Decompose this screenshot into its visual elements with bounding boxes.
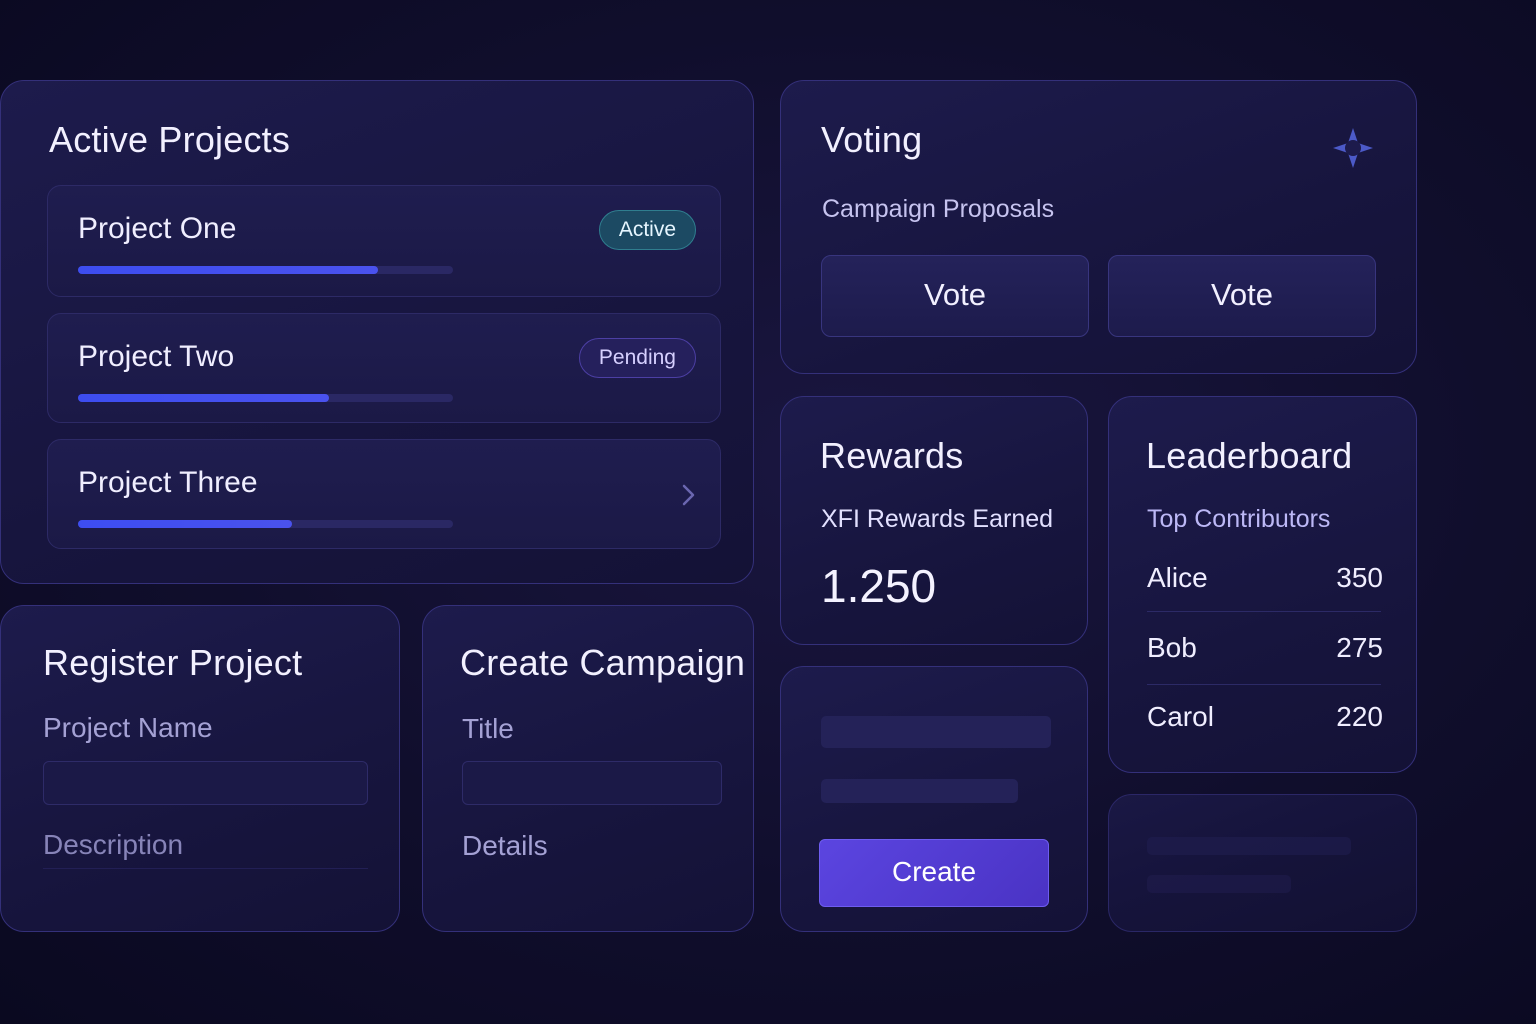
progress-track (78, 394, 453, 402)
progress-track (78, 266, 453, 274)
create-campaign-card: Create Campaign Title Details (422, 605, 754, 932)
leaderboard-row: Bob 275 (1147, 632, 1383, 692)
title-input[interactable] (462, 761, 722, 805)
voting-title: Voting (821, 119, 923, 160)
create-card: Create (780, 666, 1088, 932)
status-badge-active: Active (598, 210, 696, 250)
create-campaign-title: Create Campaign (460, 642, 746, 683)
status-badge-pending: Pending (578, 338, 696, 378)
compass-star-icon (1333, 128, 1373, 168)
rewards-label: XFI Rewards Earned (821, 505, 1054, 533)
leaderboard-row: Alice 350 (1147, 562, 1383, 622)
divider (1147, 684, 1381, 685)
title-label: Title (462, 713, 514, 744)
description-underline (43, 868, 368, 869)
contributor-score: 275 (1336, 632, 1383, 663)
contributor-score: 350 (1336, 562, 1383, 593)
leaderboard-subtitle: Top Contributors (1147, 505, 1331, 533)
project-row-three[interactable]: Project Three (47, 439, 721, 549)
voting-card: Voting Campaign Proposals Vote Vote (780, 80, 1417, 374)
divider (1147, 611, 1381, 612)
project-row-two[interactable]: Project Two Pending (47, 313, 721, 423)
skeleton-line (821, 779, 1018, 803)
active-projects-card: Active Projects Project One Active Proje… (0, 80, 754, 584)
project-name-label: Project Name (43, 712, 213, 743)
contributor-score: 220 (1336, 701, 1383, 732)
skeleton-line (1147, 875, 1291, 893)
details-label: Details (462, 830, 548, 861)
progress-fill (78, 394, 330, 402)
leaderboard-card: Leaderboard Top Contributors Alice 350 B… (1108, 396, 1417, 773)
leaderboard-title: Leaderboard (1146, 435, 1353, 476)
project-name-input[interactable] (43, 761, 368, 805)
rewards-card: Rewards XFI Rewards Earned 1.250 (780, 396, 1088, 645)
project-name: Project Three (78, 466, 258, 499)
project-row-one[interactable]: Project One Active (47, 185, 721, 297)
voting-subtitle: Campaign Proposals (822, 195, 1055, 223)
vote-button-2[interactable]: Vote (1108, 255, 1376, 337)
create-button[interactable]: Create (819, 839, 1049, 907)
chevron-right-icon[interactable] (678, 480, 698, 510)
skeleton-line (1147, 837, 1351, 855)
vote-button-1[interactable]: Vote (821, 255, 1089, 337)
project-name: Project Two (78, 340, 235, 373)
rewards-title: Rewards (820, 435, 964, 476)
description-label: Description (43, 829, 184, 860)
progress-fill (78, 520, 292, 528)
progress-fill (78, 266, 378, 274)
placeholder-card (1108, 794, 1417, 932)
leaderboard-row: Carol 220 (1147, 701, 1383, 761)
progress-track (78, 520, 453, 528)
rewards-value: 1.250 (821, 560, 937, 612)
register-project-card: Register Project Project Name Descriptio… (0, 605, 400, 932)
contributor-name: Bob (1147, 632, 1197, 663)
active-projects-title: Active Projects (49, 119, 291, 160)
contributor-name: Carol (1147, 701, 1214, 732)
contributor-name: Alice (1147, 562, 1208, 593)
register-project-title: Register Project (43, 642, 303, 683)
project-name: Project One (78, 212, 237, 245)
skeleton-line (821, 716, 1051, 748)
